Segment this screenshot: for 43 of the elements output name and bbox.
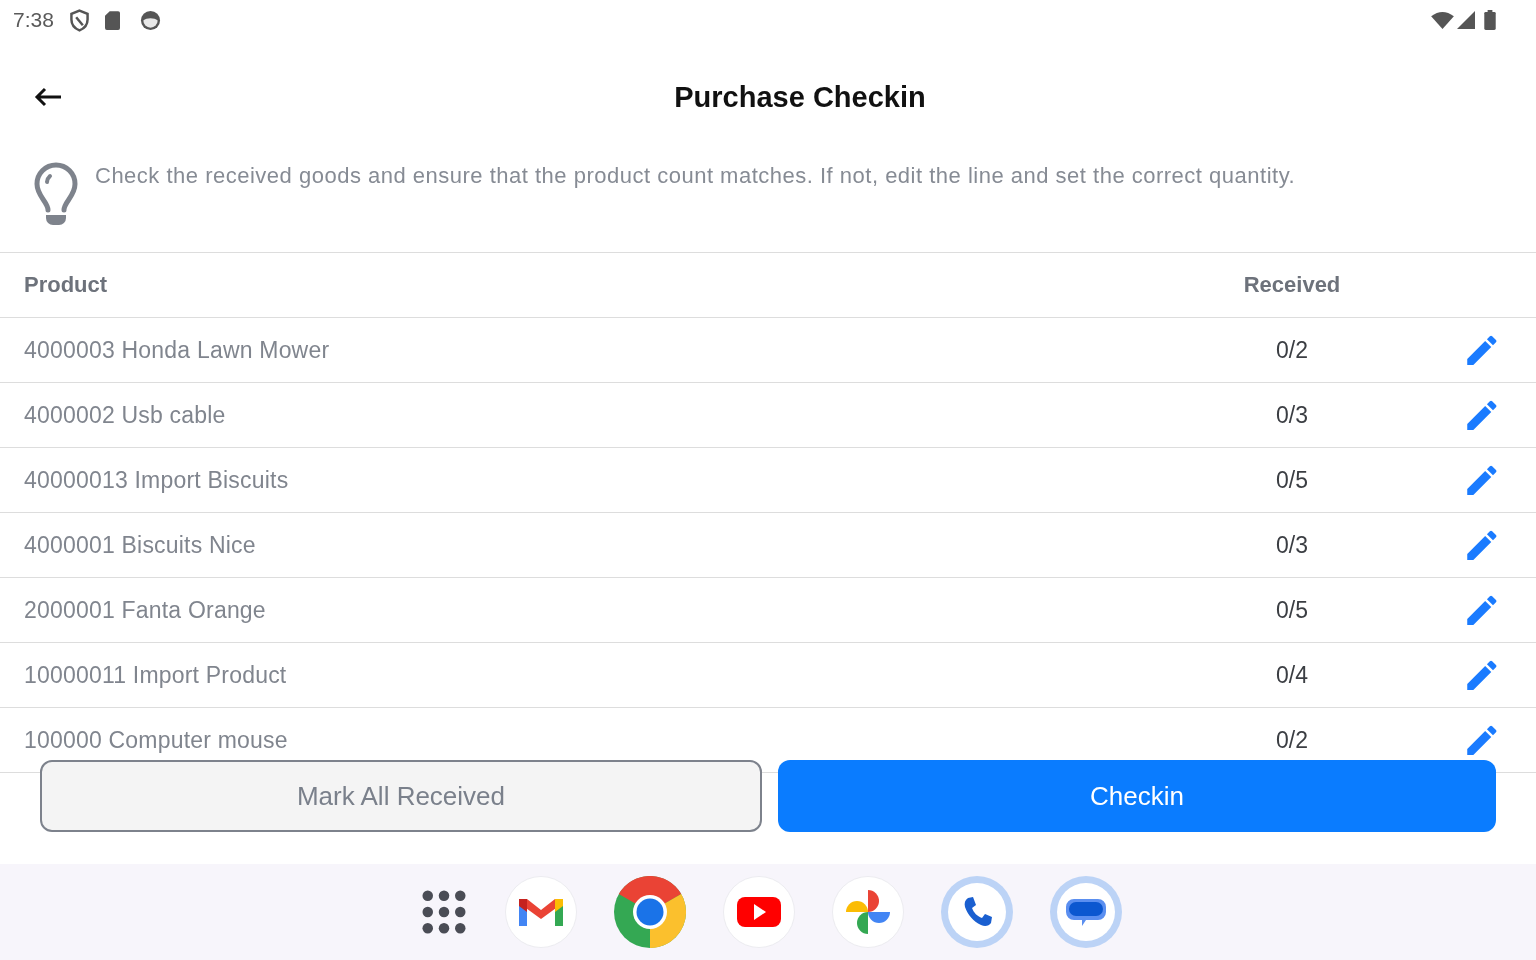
received-count: 0/5	[1275, 596, 1309, 624]
mark-all-button[interactable]: Mark All Received	[40, 760, 762, 832]
signal-icon	[1457, 11, 1475, 29]
pencil-icon[interactable]	[1467, 595, 1497, 625]
status-time: 7:38	[13, 8, 54, 32]
shield-icon	[69, 8, 89, 32]
pencil-icon[interactable]	[1467, 465, 1497, 495]
hint-text: Check the received goods and ensure that the product count matches. If not, edit the line and set the correct quantity.	[95, 162, 1296, 190]
received-count: 0/2	[1275, 336, 1309, 364]
battery-icon	[1484, 10, 1496, 30]
chat-bubble-icon[interactable]	[1050, 876, 1122, 948]
page-title: Purchase Checkin	[673, 80, 927, 114]
received-count: 0/3	[1275, 531, 1309, 559]
sd-card-icon	[104, 10, 120, 30]
product-name: 4000001 Biscuits Nice	[24, 531, 257, 559]
product-name: 10000011 Import Product	[24, 661, 288, 689]
tricolor-ring-icon[interactable]	[614, 876, 686, 948]
phone-icon[interactable]	[941, 876, 1013, 948]
product-name: 2000001 Fanta Orange	[24, 596, 267, 624]
back-arrow-icon[interactable]	[34, 87, 62, 107]
product-name: 40000013 Import Biscuits	[24, 466, 290, 494]
mail-icon[interactable]	[505, 876, 577, 948]
half-shaded-circle-icon	[139, 9, 161, 31]
pencil-icon[interactable]	[1467, 530, 1497, 560]
pencil-icon[interactable]	[1467, 725, 1497, 755]
pencil-icon[interactable]	[1467, 400, 1497, 430]
received-count: 0/5	[1275, 466, 1309, 494]
product-name: 4000002 Usb cable	[24, 401, 227, 429]
received-count: 0/2	[1275, 726, 1309, 754]
lightbulb-icon	[33, 162, 79, 226]
pencil-icon[interactable]	[1467, 660, 1497, 690]
received-count: 0/4	[1275, 661, 1309, 689]
video-play-icon[interactable]	[723, 876, 795, 948]
wifi-icon	[1431, 11, 1454, 29]
column-header: Received	[1242, 272, 1342, 298]
pencil-icon[interactable]	[1467, 335, 1497, 365]
product-name: 100000 Computer mouse	[24, 726, 289, 754]
received-count: 0/3	[1275, 401, 1309, 429]
product-name: 4000003 Honda Lawn Mower	[24, 336, 331, 364]
checkin-button[interactable]: Checkin	[778, 760, 1496, 832]
pinwheel-icon[interactable]	[832, 876, 904, 948]
app-grid-icon[interactable]	[422, 890, 466, 934]
column-header: Product	[24, 272, 109, 298]
